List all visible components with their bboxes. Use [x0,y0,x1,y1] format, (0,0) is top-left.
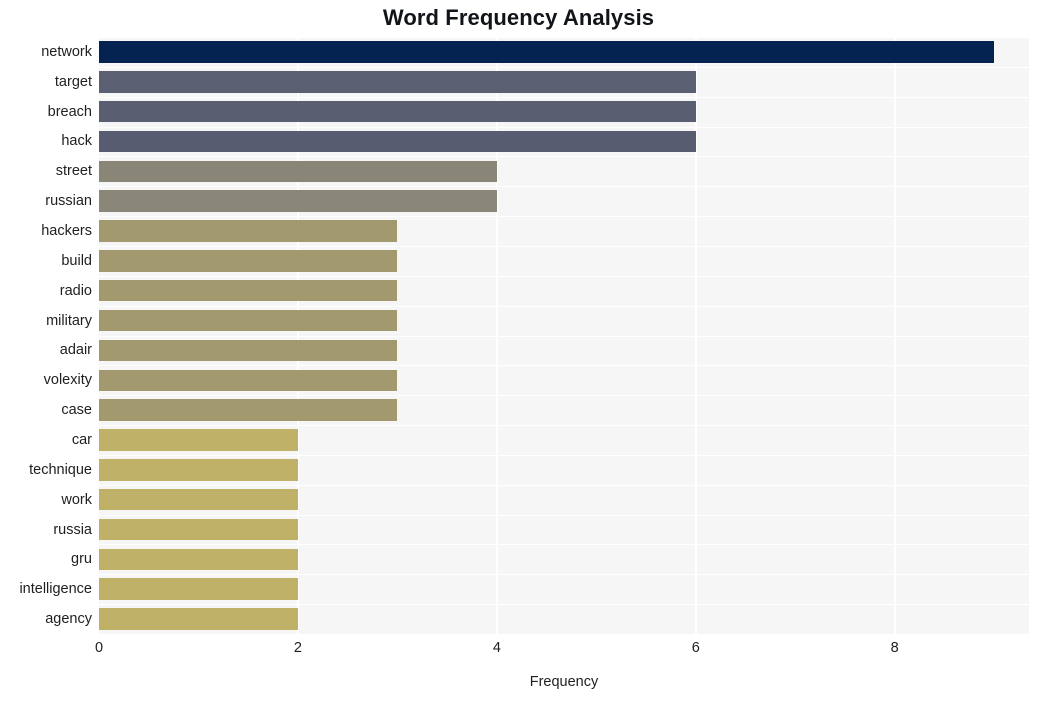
x-tick-label-8: 8 [890,640,899,656]
y-tick-label-adair: adair [59,342,92,359]
y-tick-label-technique: technique [29,461,92,478]
y-tick-label-street: street [55,163,92,180]
chart-title: Word Frequency Analysis [382,5,655,30]
y-tick-label-case: case [61,402,92,419]
y-tick-label-network: network [41,43,92,60]
y-axis-tick-labels: network target breach hack street russian hack… [0,37,1037,634]
y-tick-label-agency: agency [45,611,92,628]
word-frequency-bar-chart: Word Frequency Analysis network target bre… [0,0,1037,701]
y-tick-label-military: military [46,312,92,329]
x-tick-label-2: 2 [293,640,302,656]
y-tick-label-intelligence: intelligence [19,581,92,598]
y-tick-label-hack: hack [61,133,92,150]
y-tick-label-hackers: hackers [41,223,92,240]
y-tick-label-gru: gru [71,551,92,568]
y-tick-label-breach: breach [47,103,92,120]
x-tick-label-0: 0 [94,640,104,656]
y-tick-label-russian: russian [45,193,92,210]
x-axis-tick-labels: 0 2 4 6 8 [0,640,1037,664]
x-tick-label-6: 6 [691,640,700,656]
y-tick-label-radio: radio [59,282,92,299]
x-tick-label-4: 4 [492,640,501,656]
y-tick-label-target: target [54,73,92,90]
y-tick-label-volexity: volexity [43,372,92,389]
y-tick-label-build: build [61,252,92,269]
y-tick-label-russia: russia [53,521,92,538]
y-tick-label-work: work [61,491,92,508]
x-axis-title: Frequency [529,674,599,690]
horizontal-gridline [99,634,1029,635]
y-tick-label-car: car [71,431,92,448]
